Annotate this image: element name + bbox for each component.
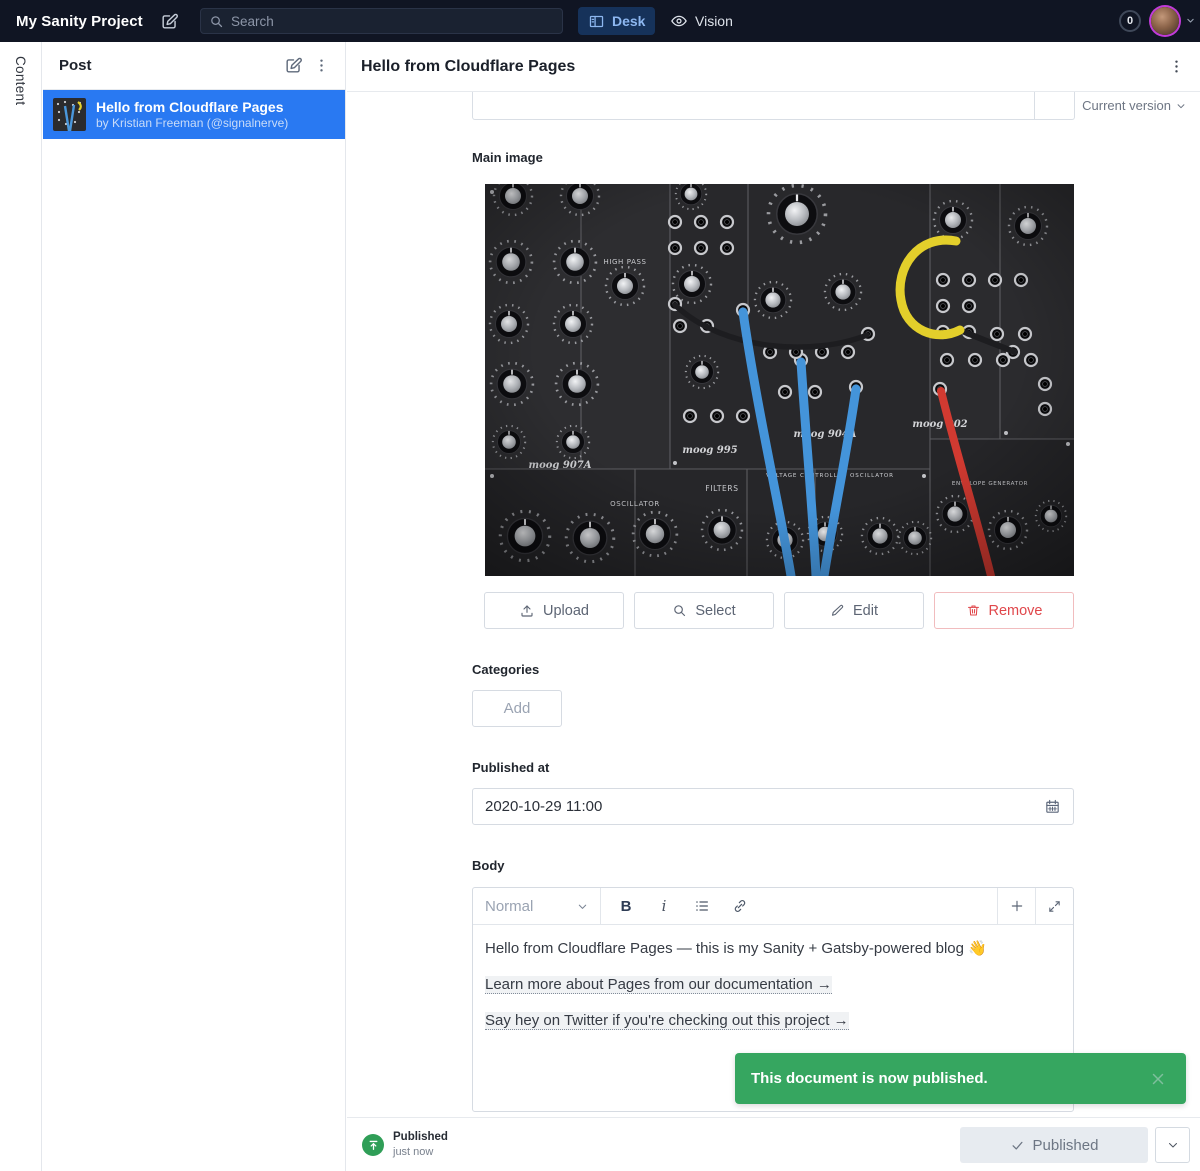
list-pane-header: Post [43,42,345,90]
version-selector[interactable]: Current version [1082,98,1186,113]
upload-button[interactable]: Upload [484,592,624,629]
italic-button[interactable]: i [647,888,681,924]
editor-toolbar-right [997,888,1073,924]
fullscreen-button[interactable] [1035,888,1073,924]
expand-icon [1047,899,1062,914]
publish-status: Published just now [393,1130,448,1159]
insert-block-button[interactable] [997,888,1035,924]
pencil-icon [830,603,845,618]
content-rail: Content [0,42,42,1171]
published-at-label: Published at [472,760,549,775]
image-actions: Upload Select Edit Remove [484,592,1074,629]
add-category-button[interactable]: Add [472,690,562,727]
upload-label: Upload [543,603,589,619]
link-icon [732,898,748,914]
tab-vision-label: Vision [695,13,733,29]
post-item-texts: Hello from Cloudflare Pages by Kristian … [96,98,288,131]
truncated-field-input[interactable] [472,92,1075,120]
project-title: My Sanity Project [16,13,143,30]
document-footer: Published just now Published [347,1117,1200,1171]
content-rail-label[interactable]: Content [13,56,28,105]
desk-icon [588,13,605,30]
new-document-button[interactable] [157,8,183,34]
text-style-selector[interactable]: Normal [473,888,601,924]
document-menu-button[interactable] [1162,53,1190,81]
bullet-list-button[interactable] [685,888,719,924]
search-icon [672,603,687,618]
check-icon [1010,1138,1025,1153]
chevron-down-icon [1186,16,1195,25]
tab-desk-label: Desk [612,13,645,29]
search-input[interactable] [231,14,554,29]
categories-label: Categories [472,662,539,677]
body-text-area[interactable]: Hello from Cloudflare Pages — this is my… [473,925,1073,1059]
publish-button[interactable]: Published [960,1127,1148,1163]
remove-label: Remove [989,603,1043,619]
bold-button[interactable]: B [609,888,643,924]
document-editor-pane: Hello from Cloudflare Pages Current vers… [347,42,1200,1117]
chevron-down-icon [1176,101,1186,111]
publish-menu-button[interactable] [1155,1127,1190,1163]
select-button[interactable]: Select [634,592,774,629]
publish-status-time: just now [393,1145,448,1159]
compose-icon [160,12,179,31]
published-at-input[interactable] [485,798,1044,815]
edit-button[interactable]: Edit [784,592,924,629]
link-button[interactable] [723,888,757,924]
post-item-subtitle: by Kristian Freeman (@signalnerve) [96,116,288,131]
document-header: Hello from Cloudflare Pages [347,42,1200,92]
avatar[interactable] [1151,7,1179,35]
editor-toolbar: Normal B i [473,888,1073,925]
text-style-value: Normal [485,898,533,915]
bullet-list-icon [694,898,710,914]
toast-message: This document is now published. [751,1070,1146,1087]
list-item[interactable]: Hello from Cloudflare Pages by Kristian … [43,90,345,139]
search-icon [209,14,224,29]
document-title: Hello from Cloudflare Pages [361,58,1162,76]
publish-status-icon [362,1134,384,1156]
version-label: Current version [1082,98,1171,113]
chevron-down-icon [577,901,588,912]
body-link[interactable]: Say hey on Twitter if you're checking ou… [485,1012,849,1030]
compose-icon [284,56,303,75]
top-navbar: My Sanity Project Desk Vision 0 [0,0,1200,42]
notifications-badge[interactable]: 0 [1119,10,1141,32]
upload-icon [519,603,535,619]
list-pane-menu-button[interactable] [307,52,335,80]
toast-notification: This document is now published. [735,1053,1186,1104]
close-icon[interactable] [1146,1067,1170,1091]
publish-status-title: Published [393,1130,448,1145]
kebab-menu-icon [1168,58,1185,75]
global-search[interactable] [200,8,563,34]
publish-button-label: Published [1033,1137,1099,1154]
plus-icon [1009,898,1025,914]
published-at-field [472,788,1074,825]
edit-label: Edit [853,603,878,619]
post-item-title: Hello from Cloudflare Pages [96,98,288,116]
calendar-icon[interactable] [1044,798,1061,815]
main-image-label: Main image [472,150,543,165]
body-label: Body [472,858,505,873]
list-pane-title: Post [59,57,279,74]
eye-icon [670,12,688,30]
notifications-count: 0 [1127,15,1133,27]
tab-desk[interactable]: Desk [578,7,655,35]
remove-button[interactable]: Remove [934,592,1074,629]
format-buttons: B i [601,888,997,924]
create-post-button[interactable] [279,52,307,80]
main-image-preview: HIGH PASS FILTERS OSCILLATOR VOLTAGE CON… [485,184,1074,576]
post-thumbnail [53,98,86,131]
kebab-menu-icon [313,57,330,74]
document-list-pane: Post Hello from Cloudflare Pages by Kris… [43,42,346,1171]
trash-icon [966,603,981,618]
synthesizer-photo: HIGH PASS FILTERS OSCILLATOR VOLTAGE CON… [485,184,1074,576]
select-label: Select [695,603,735,619]
body-paragraph: Hello from Cloudflare Pages — this is my… [485,938,1061,960]
body-link[interactable]: Learn more about Pages from our document… [485,976,832,994]
tab-vision[interactable]: Vision [660,7,743,35]
field-divider [1034,92,1035,119]
chevron-down-icon [1167,1139,1179,1151]
